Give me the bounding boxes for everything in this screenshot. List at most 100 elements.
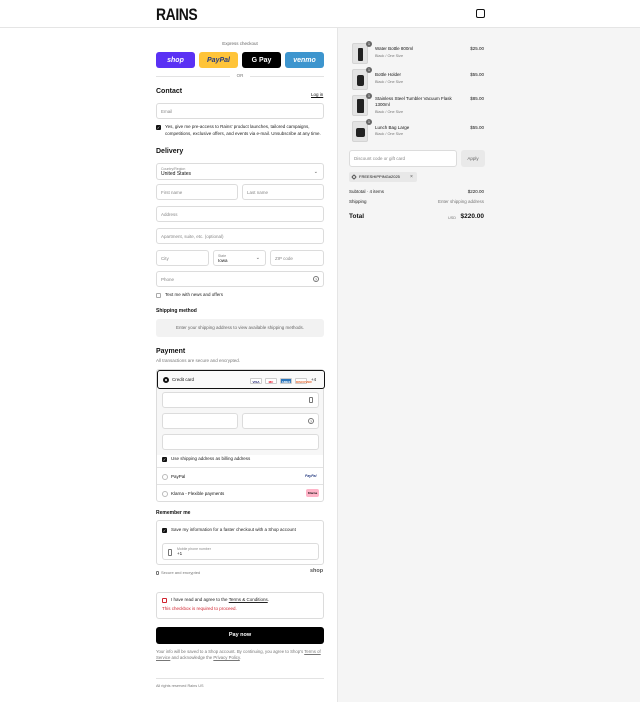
or-divider: OR: [156, 73, 324, 78]
apply-button[interactable]: Apply: [461, 150, 485, 167]
quantity-badge: 1: [366, 119, 372, 125]
more-cards-count: +4: [311, 377, 317, 382]
credit-card-option[interactable]: Credit card VISA MC AMEX DISCOVER +4: [157, 370, 325, 389]
product-image: [352, 95, 368, 116]
currency-label: USD: [448, 216, 457, 220]
help-icon[interactable]: ?: [313, 276, 319, 282]
discount-code-input[interactable]: Discount code or gift card: [349, 150, 457, 167]
item-variant: Black / One Size: [375, 110, 404, 114]
footer-text: All rights reserved Rains US: [156, 684, 204, 688]
shopping-bag-icon[interactable]: [476, 9, 485, 18]
klarna-logo: Klarna: [306, 489, 319, 497]
amex-icon: AMEX: [280, 378, 292, 384]
apartment-field[interactable]: Apartment, suite, etc. (optional): [156, 228, 324, 244]
terms-suffix: .: [267, 597, 269, 602]
quantity-badge: 1: [366, 67, 372, 73]
security-code-field[interactable]: ?: [242, 413, 319, 429]
divider: [157, 484, 323, 485]
header: RAINS: [0, 0, 640, 28]
terms-error: This checkbox is required to proceed.: [162, 606, 237, 611]
shop-logo: shop: [310, 568, 324, 574]
secure-text: Secure and encrypted: [161, 570, 201, 575]
total-value: $220.00: [460, 213, 485, 220]
footer-divider: [156, 678, 324, 679]
paypal-logo: PayPal: [305, 474, 317, 478]
save-info-checkbox[interactable]: ✓: [162, 528, 167, 533]
discount-code: FREESHIPPING#2025: [359, 174, 400, 179]
shipping-value: Enter shipping address: [437, 199, 484, 204]
email-field[interactable]: Email: [156, 103, 324, 119]
expiration-date-field[interactable]: [162, 413, 238, 429]
terms-checkbox[interactable]: [162, 598, 167, 603]
item-variant: Black / One Size: [375, 54, 404, 58]
mobile-prefix: +1: [177, 551, 183, 556]
total-label: Total: [349, 213, 365, 220]
city-field[interactable]: City: [156, 250, 209, 266]
payment-methods: Credit card VISA MC AMEX DISCOVER +4 ? ✓…: [156, 369, 325, 502]
product-image: [352, 43, 368, 64]
state-value: Iowa: [218, 257, 228, 263]
quantity-badge: 1: [366, 93, 372, 99]
paypal-option-label[interactable]: PayPal: [171, 474, 185, 480]
shipping-label: Shipping: [349, 199, 367, 204]
divider: [157, 467, 323, 468]
subtotal-label: Subtotal · 4 items: [349, 189, 385, 194]
paypal-button[interactable]: PayPal: [199, 52, 238, 68]
consent-checkbox[interactable]: ✓: [156, 125, 161, 130]
tag-icon: [351, 174, 357, 180]
shipping-method-message: Enter your shipping address to view avai…: [156, 319, 324, 337]
state-select[interactable]: State Iowa ⌄: [213, 250, 266, 266]
mastercard-icon: MC: [265, 378, 277, 384]
shop-pay-button[interactable]: shop: [156, 52, 195, 68]
klarna-radio[interactable]: [162, 491, 168, 497]
item-variant: Black / One Size: [375, 80, 404, 84]
first-name-field[interactable]: First name: [156, 184, 238, 200]
visa-icon: VISA: [250, 378, 262, 384]
help-icon[interactable]: ?: [308, 418, 314, 424]
address-field[interactable]: Address: [156, 206, 324, 222]
remember-me-box: ✓ Save my information for a faster check…: [156, 520, 324, 565]
consent-text: Yes, give me pre-access to Rains' produc…: [165, 124, 321, 136]
zip-field[interactable]: ZIP code: [270, 250, 324, 266]
disclaimer-text: .: [239, 655, 241, 660]
remove-icon[interactable]: ×: [410, 172, 413, 182]
chevron-down-icon: ⌄: [255, 255, 260, 261]
terms-link[interactable]: Terms & Conditions: [229, 597, 268, 602]
pay-now-button[interactable]: Pay now: [156, 627, 324, 644]
klarna-option-label[interactable]: Klarna - Flexible payments: [171, 491, 224, 497]
item-name: Water Bottle 800ml: [375, 46, 414, 51]
payment-subtitle: All transactions are secure and encrypte…: [156, 358, 241, 363]
text-me-checkbox[interactable]: [156, 293, 161, 298]
mobile-phone-field[interactable]: Mobile phone number +1: [162, 543, 319, 560]
card-number-field[interactable]: [162, 392, 319, 408]
chevron-down-icon: ⌄: [313, 169, 318, 175]
item-name: Bottle Holder: [375, 72, 402, 77]
credit-card-radio[interactable]: [163, 377, 169, 383]
paypal-radio[interactable]: [162, 474, 168, 480]
login-link[interactable]: Log in: [311, 92, 323, 98]
item-price: $55.00: [470, 72, 484, 77]
item-price: $85.00: [470, 96, 484, 101]
disclaimer-text: Your info will be saved to a Shop accoun…: [156, 649, 305, 654]
delivery-heading: Delivery: [156, 148, 184, 155]
lock-icon: [309, 397, 313, 403]
country-select[interactable]: Country/Region United States ⌄: [156, 163, 324, 180]
contact-heading: Contact: [156, 88, 183, 95]
remember-me-heading: Remember me: [156, 510, 191, 516]
last-name-field[interactable]: Last name: [242, 184, 324, 200]
text-me-label: Text me with news and offers: [165, 292, 223, 297]
rains-logo[interactable]: RAINS: [156, 5, 198, 25]
quantity-badge: 1: [366, 41, 372, 47]
product-image: [352, 121, 368, 142]
name-on-card-field[interactable]: [162, 434, 319, 450]
google-pay-button[interactable]: G Pay: [242, 52, 281, 68]
payment-heading: Payment: [156, 348, 186, 355]
billing-same-checkbox[interactable]: ✓: [162, 457, 167, 462]
shipping-method-heading: Shipping method: [156, 308, 197, 314]
item-price: $25.00: [470, 46, 484, 51]
venmo-button[interactable]: venmo: [285, 52, 324, 68]
subtotal-value: $220.00: [467, 189, 484, 194]
phone-field[interactable]: Phone ?: [156, 271, 324, 287]
privacy-policy-link[interactable]: Privacy Policy: [213, 655, 239, 660]
product-image: [352, 69, 368, 90]
